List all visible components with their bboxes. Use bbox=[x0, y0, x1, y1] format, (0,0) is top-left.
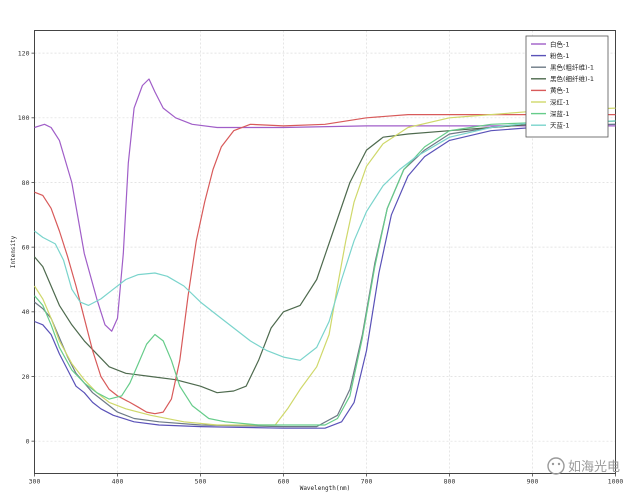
y-tick-label: 100 bbox=[18, 114, 30, 122]
y-tick-label: 40 bbox=[22, 308, 30, 316]
legend-label: 深蓝-1 bbox=[550, 109, 569, 118]
x-tick-label: 700 bbox=[361, 478, 373, 486]
legend-label: 黄色-1 bbox=[550, 86, 569, 95]
y-tick-label: 80 bbox=[22, 179, 30, 187]
legend-label: 天蓝-1 bbox=[550, 121, 569, 130]
y-tick-label: 0 bbox=[26, 437, 30, 445]
y-axis-label: Intensity bbox=[10, 235, 17, 268]
x-tick-label: 500 bbox=[195, 478, 207, 486]
watermark: 如海光电 bbox=[547, 457, 620, 475]
y-tick-label: 120 bbox=[18, 49, 30, 57]
x-tick-label: 800 bbox=[444, 478, 456, 486]
series-line-4 bbox=[34, 120, 616, 394]
x-tick-label: 1000 bbox=[608, 478, 624, 486]
series-line-8 bbox=[34, 120, 616, 361]
legend-label: 黑色(粗纤维)-1 bbox=[550, 63, 594, 72]
spectrum-chart: 300 400 500 600 700 800 900 1000 0 20 40 60 80 100 120… bbox=[10, 30, 624, 492]
series-line-5 bbox=[34, 114, 616, 415]
x-tick-label: 600 bbox=[278, 478, 290, 486]
wechat-icon-eye-right bbox=[557, 462, 561, 466]
x-tick-label: 900 bbox=[527, 478, 539, 486]
y-tick-label: 20 bbox=[22, 373, 30, 381]
y-tick-label: 60 bbox=[22, 243, 30, 251]
legend: 白色-1 粉色-1 黑色(粗纤维)-1 黑色(细纤维)-1 黄色-1 深红-1 深蓝-1 天蓝… bbox=[525, 35, 609, 138]
legend-label: 白色-1 bbox=[550, 39, 569, 48]
watermark-text: 如海光电 bbox=[568, 459, 620, 475]
wechat-icon-eye-left bbox=[551, 462, 555, 466]
legend-label: 深红-1 bbox=[550, 97, 569, 106]
x-tick-label: 400 bbox=[112, 478, 124, 486]
legend-label: 粉色-1 bbox=[550, 51, 569, 60]
x-tick-label: 300 bbox=[29, 478, 41, 486]
x-axis-label: Wavelength(nm) bbox=[300, 485, 351, 492]
legend-label: 黑色(细纤维)-1 bbox=[550, 74, 594, 83]
wechat-icon bbox=[547, 457, 565, 475]
